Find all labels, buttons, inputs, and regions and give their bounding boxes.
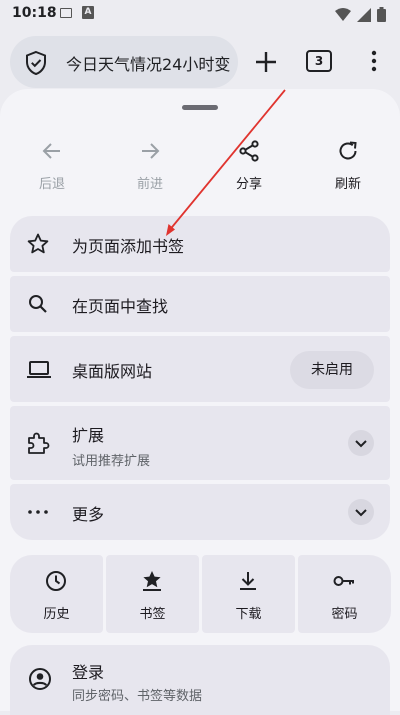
arrow-back-icon	[42, 143, 60, 159]
chevron-down-icon	[355, 440, 367, 448]
new-tab-plus-icon[interactable]	[248, 44, 284, 80]
forward-label: 前进	[136, 177, 163, 192]
share-label: 分享	[235, 177, 262, 192]
gallery-notification-icon	[60, 8, 72, 18]
nav-action-row: 后退 前进 分享 刷新	[0, 139, 400, 199]
status-time: 10:18	[12, 5, 57, 21]
star-outline-icon	[27, 233, 49, 254]
key-icon	[333, 576, 354, 586]
more-label: 更多	[72, 505, 105, 524]
passwords-label: 密码	[331, 607, 358, 622]
chevron-down-icon	[355, 509, 367, 517]
bookmarks-label: 书签	[139, 607, 166, 622]
status-bar: 10:18 A	[0, 0, 400, 28]
extensions-expand-button[interactable]	[348, 430, 374, 456]
find-in-page-label: 在页面中查找	[72, 297, 169, 316]
add-bookmark-label: 为页面添加书签	[72, 237, 185, 256]
quick-actions-grid: 历史 书签 下载 密码	[10, 555, 391, 633]
find-in-page-item[interactable]: 在页面中查找	[10, 276, 390, 332]
more-horiz-icon	[28, 510, 48, 514]
wifi-icon	[335, 7, 351, 21]
shield-check-icon[interactable]	[24, 50, 48, 76]
address-bar[interactable]: 今日天气情况24小时变	[10, 36, 238, 88]
more-item[interactable]: 更多	[10, 484, 390, 540]
back-button[interactable]: 后退	[12, 139, 92, 192]
a-notification-icon: A	[82, 6, 94, 19]
drag-handle[interactable]	[182, 105, 218, 110]
account-circle-icon	[29, 668, 51, 690]
desktop-site-item[interactable]: 桌面版网站 未启用	[10, 336, 390, 402]
forward-button[interactable]: 前进	[110, 139, 190, 192]
battery-icon	[377, 7, 386, 22]
app-menu-sheet: 后退 前进 分享 刷新 为页面添加书签 在页面中查找 桌面版网站 未启用 扩展 …	[0, 89, 400, 715]
sign-in-subtitle: 同步密码、书签等数据	[72, 689, 203, 704]
more-vert-icon[interactable]	[362, 46, 386, 76]
puzzle-icon	[28, 432, 50, 454]
share-icon	[239, 140, 259, 162]
url-text[interactable]: 今日天气情况24小时变	[66, 51, 234, 75]
refresh-button[interactable]: 刷新	[308, 139, 388, 192]
back-label: 后退	[38, 177, 65, 192]
history-label: 历史	[43, 607, 70, 622]
sign-in-title: 登录	[72, 663, 105, 682]
clock-icon	[46, 571, 66, 591]
refresh-icon	[339, 141, 357, 160]
share-button[interactable]: 分享	[209, 139, 289, 192]
download-icon	[240, 572, 256, 590]
signal-icon	[357, 7, 371, 22]
downloads-label: 下载	[235, 607, 262, 622]
extensions-subtitle: 试用推荐扩展	[72, 454, 151, 469]
bookmarks-button[interactable]: 书签	[106, 555, 199, 633]
status-icons	[335, 7, 386, 22]
tab-switcher-button[interactable]: 3	[306, 50, 332, 72]
refresh-label: 刷新	[334, 177, 361, 192]
history-button[interactable]: 历史	[10, 555, 103, 633]
add-bookmark-item[interactable]: 为页面添加书签	[10, 216, 390, 272]
extensions-label: 扩展	[72, 426, 105, 445]
extensions-item[interactable]: 扩展 试用推荐扩展	[10, 406, 390, 480]
arrow-forward-icon	[142, 143, 160, 159]
star-box-icon	[143, 571, 161, 591]
more-expand-button[interactable]	[348, 499, 374, 525]
search-icon	[29, 295, 47, 313]
sign-in-item[interactable]: 登录 同步密码、书签等数据	[10, 645, 390, 715]
downloads-button[interactable]: 下载	[202, 555, 295, 633]
laptop-icon	[27, 361, 51, 378]
desktop-site-toggle[interactable]: 未启用	[290, 351, 374, 389]
desktop-site-label: 桌面版网站	[72, 362, 153, 381]
passwords-button[interactable]: 密码	[298, 555, 391, 633]
